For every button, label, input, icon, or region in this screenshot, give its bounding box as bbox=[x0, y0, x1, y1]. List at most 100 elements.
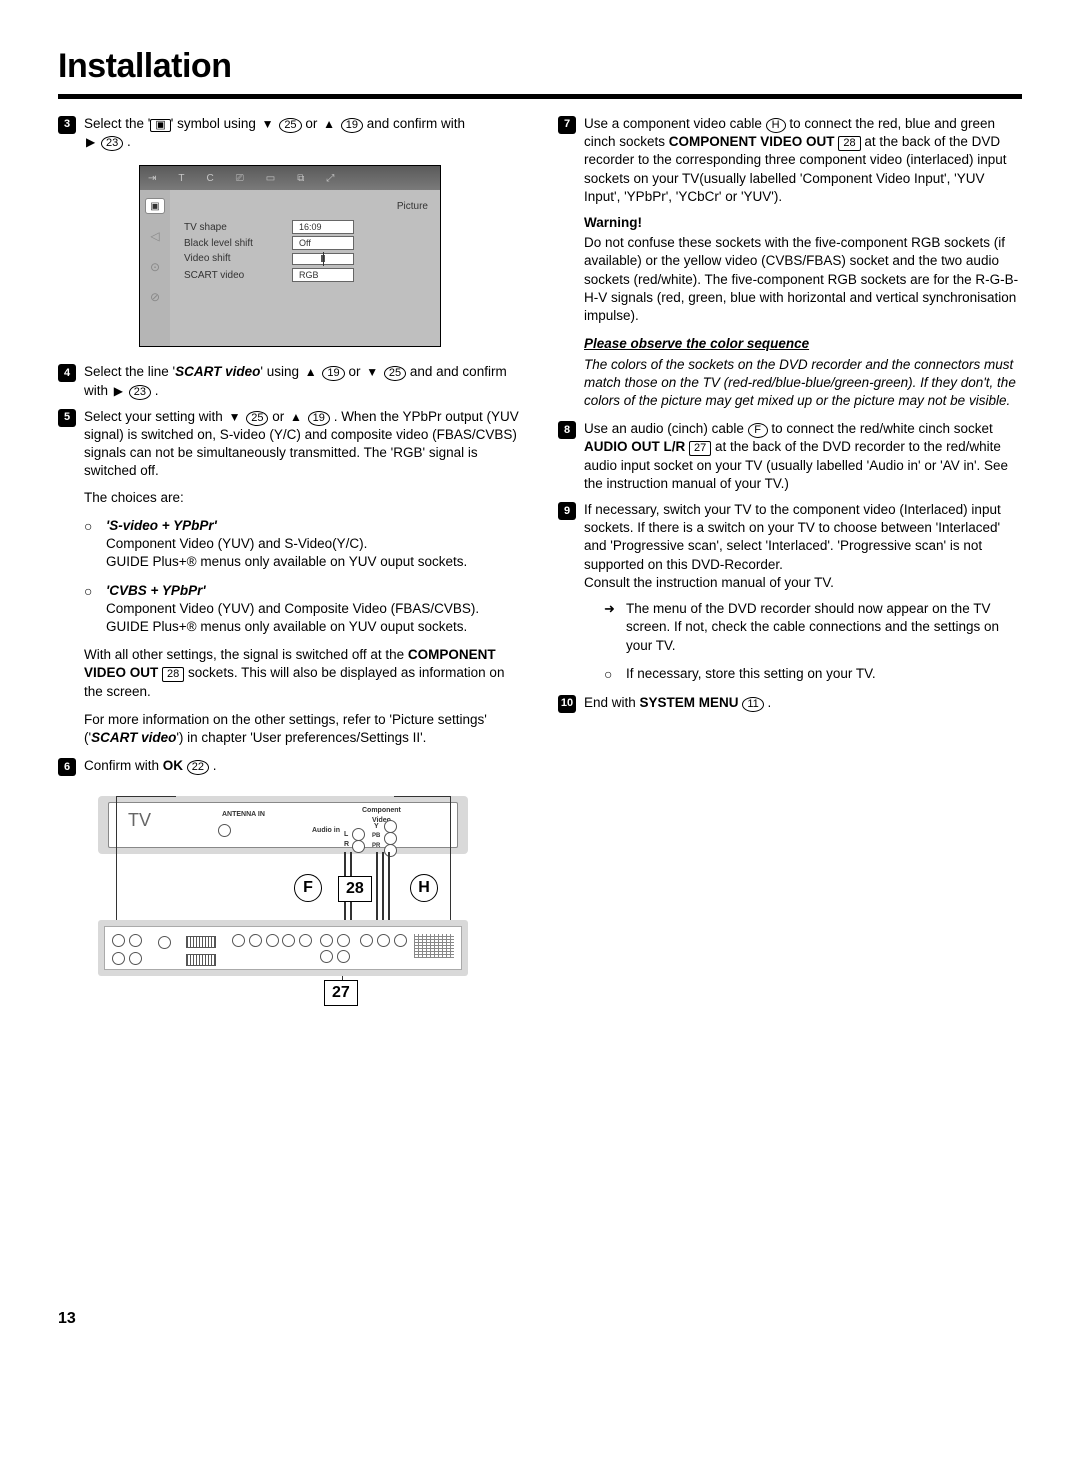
observe-body: The colors of the sockets on the DVD rec… bbox=[584, 356, 1022, 411]
warning-heading: Warning! bbox=[584, 214, 1022, 232]
step-7-text: Use a component video cable H to connect… bbox=[584, 115, 1022, 206]
t: OK bbox=[163, 758, 183, 773]
choice-2: 'CVBS + YPbPr' Component Video (YUV) and… bbox=[84, 582, 522, 637]
step-num-3: 3 bbox=[58, 116, 76, 134]
osd-row-tvshape: TV shape 16:09 bbox=[184, 220, 354, 234]
osd-icon: T bbox=[178, 172, 184, 186]
t: With all other settings, the signal is s… bbox=[84, 647, 408, 662]
t: Component Video (YUV) and Composite Vide… bbox=[106, 601, 479, 616]
t: End with bbox=[584, 695, 640, 710]
up-arrow-icon: ▲ bbox=[290, 409, 302, 425]
ref-23: 23 bbox=[101, 136, 123, 151]
t: AUDIO OUT L/R bbox=[584, 439, 685, 454]
step-3: 3 Select the '▣' symbol using ▼ 25 or ▲ … bbox=[58, 115, 522, 151]
step-9-sub2: If necessary, store this setting on your… bbox=[604, 665, 1022, 684]
t: SCART video bbox=[175, 364, 260, 379]
up-arrow-icon: ▲ bbox=[305, 364, 317, 380]
ref-23: 23 bbox=[129, 385, 151, 400]
up-arrow-icon: ▲ bbox=[323, 116, 335, 132]
cable-F-label: F bbox=[294, 874, 322, 902]
t: Black level shift bbox=[184, 237, 292, 251]
step-4-text: Select the line 'SCART video' using ▲ 19… bbox=[84, 363, 522, 399]
step-10: 10 End with SYSTEM MENU 11 . bbox=[558, 694, 1022, 713]
step-5: 5 Select your setting with ▼ 25 or ▲ 19 … bbox=[58, 408, 522, 481]
content-columns: 3 Select the '▣' symbol using ▼ 25 or ▲ … bbox=[58, 115, 1022, 1008]
t: or bbox=[272, 409, 288, 424]
ref-28: 28 bbox=[162, 667, 184, 682]
t: SYSTEM MENU bbox=[640, 695, 739, 710]
ref-11: 11 bbox=[742, 697, 763, 712]
osd-shift-bar bbox=[292, 253, 354, 265]
osd-main: Picture TV shape 16:09 Black level shift… bbox=[170, 190, 440, 346]
t: Select the line ' bbox=[84, 364, 175, 379]
t: and confirm with bbox=[367, 116, 465, 131]
step-8: 8 Use an audio (cinch) cable F to connec… bbox=[558, 420, 1022, 493]
osd-icon: ⇥ bbox=[148, 172, 156, 186]
t: ' using bbox=[260, 364, 302, 379]
t: SCART video bbox=[91, 730, 176, 745]
choice-1-body: 'S-video + YPbPr' Component Video (YUV) … bbox=[106, 517, 467, 572]
t: and bbox=[410, 364, 436, 379]
t: Use an audio (cinch) cable bbox=[584, 421, 748, 436]
step-num-7: 7 bbox=[558, 116, 576, 134]
osd-panel-title: Picture bbox=[397, 200, 428, 214]
t: Consult the instruction manual of your T… bbox=[584, 575, 834, 590]
down-arrow-icon: ▼ bbox=[366, 364, 378, 380]
ref-F: F bbox=[748, 423, 768, 438]
step-num-4: 4 bbox=[58, 364, 76, 382]
osd-icon: ⤢ bbox=[326, 172, 334, 186]
choices-intro: The choices are: bbox=[84, 489, 522, 507]
ref-22: 22 bbox=[187, 760, 209, 775]
right-column: 7 Use a component video cable H to conne… bbox=[558, 115, 1022, 1008]
step-8-text: Use an audio (cinch) cable F to connect … bbox=[584, 420, 1022, 493]
step-6-text: Confirm with OK 22 . bbox=[84, 757, 522, 775]
choice-1: 'S-video + YPbPr' Component Video (YUV) … bbox=[84, 517, 522, 572]
step-7: 7 Use a component video cable H to conne… bbox=[558, 115, 1022, 206]
after-choices-1: With all other settings, the signal is s… bbox=[84, 646, 522, 701]
osd-body: ▣ ◁ ⊙ ⊘ Picture TV shape 16:09 Black lev… bbox=[140, 190, 440, 346]
warning-body: Do not confuse these sockets with the fi… bbox=[584, 234, 1022, 325]
t: 16:09 bbox=[292, 220, 354, 234]
warning-block: Warning! Do not confuse these sockets wi… bbox=[584, 214, 1022, 325]
pr-label: PR bbox=[372, 842, 380, 850]
ref-19: 19 bbox=[322, 366, 344, 381]
osd-side-icon: ⊙ bbox=[150, 259, 160, 275]
l-label: L bbox=[344, 830, 348, 839]
ref-27: 27 bbox=[689, 441, 711, 456]
step-4: 4 Select the line 'SCART video' using ▲ … bbox=[58, 363, 522, 399]
cable-H-label: H bbox=[410, 874, 438, 902]
socket-27-label: 27 bbox=[324, 980, 358, 1006]
t: 'S-video + YPbPr' bbox=[106, 518, 217, 533]
audioin-label: Audio in bbox=[312, 826, 340, 835]
right-arrow-icon: ▶ bbox=[86, 134, 95, 150]
t: Video shift bbox=[184, 252, 292, 266]
osd-menu-illustration: ⇥ T C ⎚ ▭ ⧉ ⤢ ▣ ◁ ⊙ ⊘ Picture TV shape bbox=[139, 165, 441, 347]
osd-row-scart: SCART video RGB bbox=[184, 268, 354, 282]
t: Select your setting with bbox=[84, 409, 227, 424]
step-num-9: 9 bbox=[558, 502, 576, 520]
t: . bbox=[213, 758, 217, 773]
right-arrow-icon: ▶ bbox=[114, 383, 123, 399]
r-label: R bbox=[344, 840, 349, 849]
t: Off bbox=[292, 236, 354, 250]
choice-2-body: 'CVBS + YPbPr' Component Video (YUV) and… bbox=[106, 582, 479, 637]
tv-label: TV bbox=[128, 808, 151, 832]
t: SCART video bbox=[184, 269, 292, 283]
page-number: 13 bbox=[58, 1308, 1022, 1330]
t: Use a component video cable bbox=[584, 116, 766, 131]
t: . bbox=[768, 695, 772, 710]
step-num-10: 10 bbox=[558, 695, 576, 713]
t: . bbox=[155, 383, 159, 398]
t: GUIDE Plus+® menus only available on YUV… bbox=[106, 554, 467, 569]
down-arrow-icon: ▼ bbox=[262, 116, 274, 132]
osd-side-icon: ◁ bbox=[150, 228, 159, 244]
page-title: Installation bbox=[58, 44, 1022, 90]
pb-label: PB bbox=[372, 832, 380, 840]
step-num-5: 5 bbox=[58, 409, 76, 427]
osd-icon: ▭ bbox=[266, 172, 275, 186]
picture-symbol-icon: ▣ bbox=[150, 119, 170, 132]
after-choices-2: For more information on the other settin… bbox=[84, 711, 522, 747]
osd-icon: ⎚ bbox=[236, 172, 244, 186]
t: GUIDE Plus+® menus only available on YUV… bbox=[106, 619, 467, 634]
dvd-back bbox=[98, 920, 468, 976]
